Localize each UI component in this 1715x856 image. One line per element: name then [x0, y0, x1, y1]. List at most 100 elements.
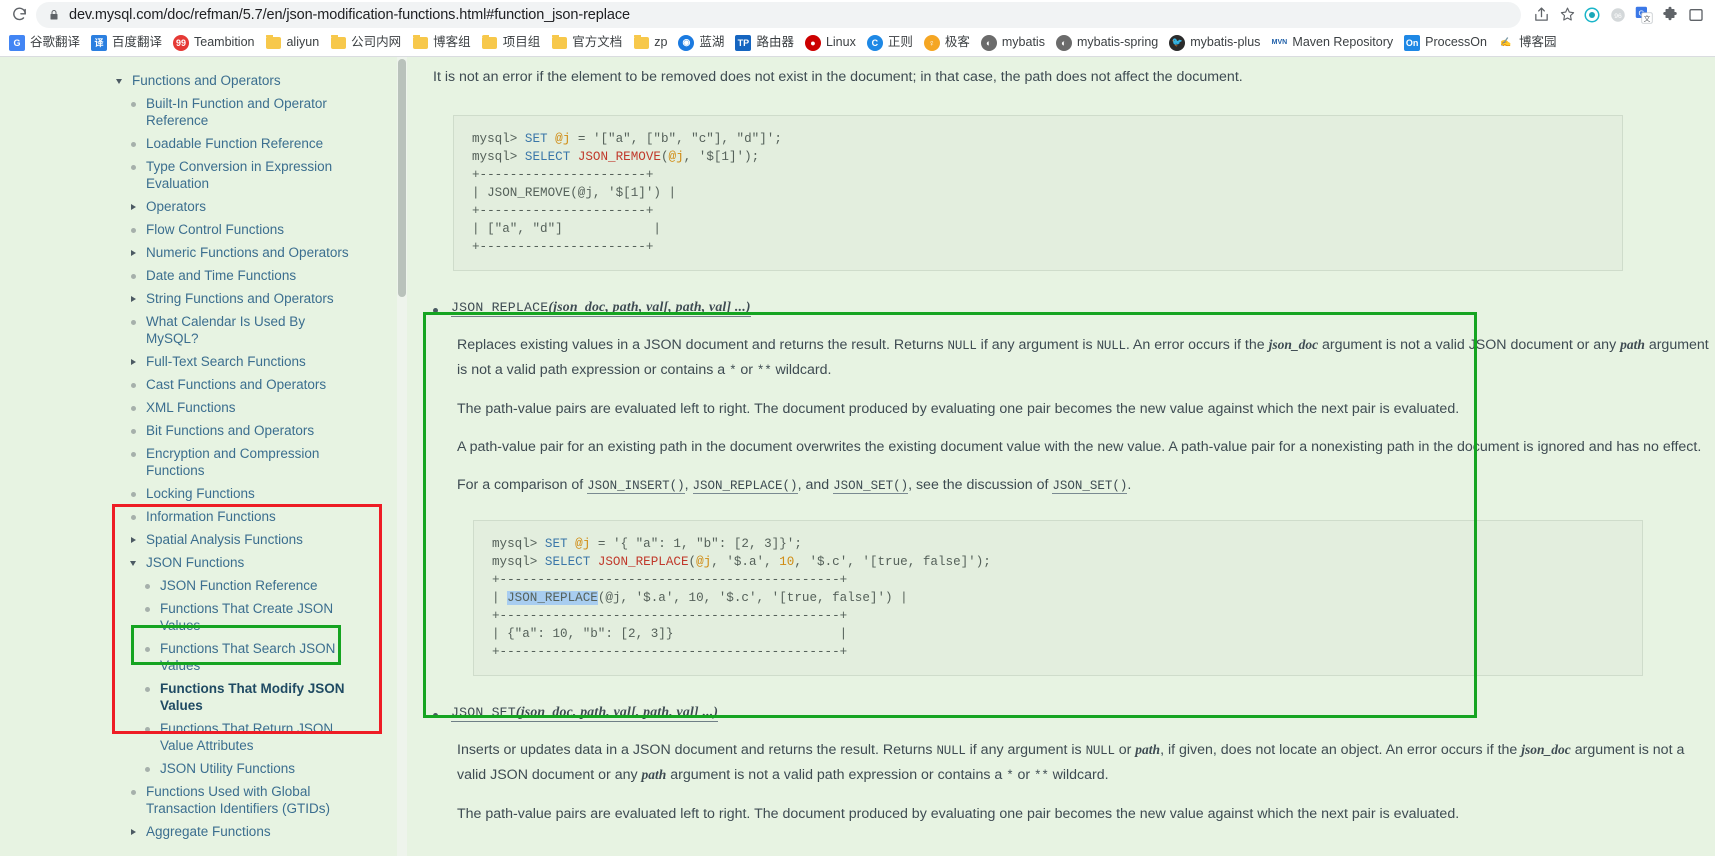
page-viewport: Functions and Operators Built-In Function…: [0, 57, 1715, 856]
toc-item[interactable]: Bit Functions and Operators: [112, 419, 397, 442]
bookmark-item[interactable]: aliyun: [260, 32, 324, 54]
path-arg: path: [1135, 742, 1161, 757]
bookmark-item[interactable]: ● Linux: [800, 32, 861, 54]
bookmark-item[interactable]: ◐ mybatis: [976, 32, 1050, 54]
toc-item[interactable]: Encryption and Compression Functions: [112, 442, 397, 482]
json-replace-code-block[interactable]: mysql> SET @j = '{ "a": 1, "b": [2, 3]}'…: [473, 520, 1643, 676]
toc-item[interactable]: Cast Functions and Operators: [112, 373, 397, 396]
code-token: JSON_REMOVE: [577, 150, 661, 164]
toc-item[interactable]: Functions and Operators: [112, 69, 397, 92]
code-token: SET: [544, 537, 576, 551]
chevron-right-icon: [130, 359, 136, 365]
bullet-icon: [130, 790, 136, 795]
json-doc-arg: json_doc: [1521, 742, 1571, 757]
toc-item[interactable]: Functions That Modify JSON Values: [112, 677, 397, 717]
json-insert-link[interactable]: JSON_INSERT(): [587, 479, 685, 494]
toc-item[interactable]: Loadable Function Reference: [112, 132, 397, 155]
text: if any argument is: [976, 337, 1097, 353]
toc-item[interactable]: Functions That Return JSON Value Attribu…: [112, 717, 397, 757]
lanhu-icon: ◉: [678, 34, 695, 51]
toc-item[interactable]: Functions That Search JSON Values: [112, 637, 397, 677]
sidebar-scrollbar-thumb[interactable]: [398, 59, 406, 297]
toc-item-label: JSON Function Reference: [160, 578, 318, 593]
toc-item[interactable]: Built-In Function and Operator Reference: [112, 92, 397, 132]
toc-item[interactable]: Operators: [112, 195, 397, 218]
toc-sidebar[interactable]: Functions and Operators Built-In Function…: [112, 57, 407, 856]
bookmark-item[interactable]: 🐦 mybatis-plus: [1164, 32, 1265, 54]
toc-item[interactable]: Date and Time Functions: [112, 264, 397, 287]
json-set-link[interactable]: JSON_SET(): [833, 479, 909, 494]
bookmark-item[interactable]: 官方文档: [546, 32, 627, 54]
toc-item[interactable]: Numeric Functions and Operators: [112, 241, 397, 264]
toc-item[interactable]: String Functions and Operators: [112, 287, 397, 310]
toc-item-label: Type Conversion in Expression Evaluation: [146, 159, 333, 191]
bookmark-item[interactable]: ◉ 蓝湖: [673, 32, 729, 54]
chevron-right-icon: [126, 198, 140, 210]
toc-item[interactable]: JSON Function Reference: [112, 574, 397, 597]
code-token: @j: [575, 537, 591, 551]
bookmark-item[interactable]: G 谷歌翻译: [4, 32, 85, 54]
json-set-signature[interactable]: JSON_SET(json_doc, path, val[, path, val…: [451, 704, 719, 722]
toc-item[interactable]: JSON Functions: [112, 551, 397, 574]
bookmark-item[interactable]: 公司内网: [325, 32, 406, 54]
left-gutter: [0, 57, 112, 856]
bookmark-item[interactable]: ✍ 博客园: [1493, 32, 1562, 54]
toc-item-label: Information Functions: [146, 509, 276, 524]
toc-item[interactable]: JSON Utility Functions: [112, 757, 397, 780]
json-doc-arg: json_doc: [1268, 337, 1319, 352]
star-icon[interactable]: [1555, 3, 1579, 27]
folder-icon: [633, 34, 649, 51]
address-bar[interactable]: dev.mysql.com/doc/refman/5.7/en/json-mod…: [36, 1, 1521, 28]
toc-item-label: Functions That Return JSON Value Attribu…: [160, 721, 334, 753]
toc-item-label: Date and Time Functions: [146, 268, 297, 283]
json-replace-signature[interactable]: JSON_REPLACE(json_doc, path, val[, path,…: [451, 299, 751, 317]
toc-item[interactable]: What Calendar Is Used By MySQL?: [112, 310, 397, 350]
json-remove-code-block[interactable]: mysql> SET @j = '["a", ["b", "c"], "d"]'…: [453, 115, 1623, 271]
toc-item[interactable]: Locking Functions: [112, 482, 397, 505]
chevron-down-icon: [112, 72, 126, 84]
toc-item[interactable]: XML Functions: [112, 396, 397, 419]
toc-item-label: Locking Functions: [146, 486, 255, 501]
share-icon[interactable]: [1529, 3, 1553, 27]
bookmark-item[interactable]: MVN Maven Repository: [1266, 32, 1398, 54]
bullet-icon: [126, 267, 140, 279]
bookmark-item[interactable]: 译百度翻译: [86, 32, 167, 54]
bookmark-label: 百度翻译: [112, 35, 163, 50]
chevron-down-icon: [130, 561, 136, 566]
bookmark-label: zp: [654, 35, 668, 50]
bookmark-item[interactable]: On ProcessOn: [1399, 32, 1492, 54]
profile-avatar-icon[interactable]: [1683, 2, 1709, 28]
bookmark-item[interactable]: 项目组: [477, 32, 546, 54]
bookmark-item[interactable]: ◐ mybatis-spring: [1051, 32, 1163, 54]
reload-icon[interactable]: [6, 2, 32, 28]
bullet-icon: [144, 767, 150, 772]
toc-item[interactable]: Functions That Create JSON Values: [112, 597, 397, 637]
toc-item[interactable]: Functions Used with Global Transaction I…: [112, 780, 397, 820]
toc-item-label: Built-In Function and Operator Reference: [146, 96, 327, 128]
json-replace-link[interactable]: JSON_REPLACE(): [692, 479, 798, 494]
null-literal: NULL: [947, 339, 977, 353]
toc-item[interactable]: Type Conversion in Expression Evaluation: [112, 155, 397, 195]
text: argument is not a valid path expression …: [666, 767, 1007, 783]
bookmark-item[interactable]: ♀ 极客: [919, 32, 975, 54]
bookmark-item[interactable]: 99 Teambition: [168, 32, 259, 54]
bullet-icon: [130, 383, 136, 388]
extension-gray-icon[interactable]: 96: [1605, 2, 1631, 28]
extension-circle-icon[interactable]: [1579, 2, 1605, 28]
sidebar-scrollbar[interactable]: [397, 57, 407, 856]
code-token: SELECT: [524, 150, 578, 164]
google-translate-extension-icon[interactable]: G文: [1631, 2, 1657, 28]
toc-item-label: JSON Functions: [146, 555, 245, 570]
bookmark-item[interactable]: C 正则: [862, 32, 918, 54]
toc-item[interactable]: Aggregate Functions: [112, 820, 397, 843]
toc-item[interactable]: Information Functions: [112, 505, 397, 528]
bookmark-item[interactable]: 博客组: [407, 32, 476, 54]
bookmark-item[interactable]: TP 路由器: [730, 32, 799, 54]
toc-item[interactable]: Full-Text Search Functions: [112, 350, 397, 373]
json-set-link-2[interactable]: JSON_SET(): [1052, 479, 1128, 494]
bookmark-item[interactable]: zp: [628, 32, 672, 54]
toc-item[interactable]: Flow Control Functions: [112, 218, 397, 241]
extensions-puzzle-icon[interactable]: [1657, 2, 1683, 28]
toc-item[interactable]: Spatial Analysis Functions: [112, 528, 397, 551]
toc-item-label: Aggregate Functions: [146, 824, 271, 839]
